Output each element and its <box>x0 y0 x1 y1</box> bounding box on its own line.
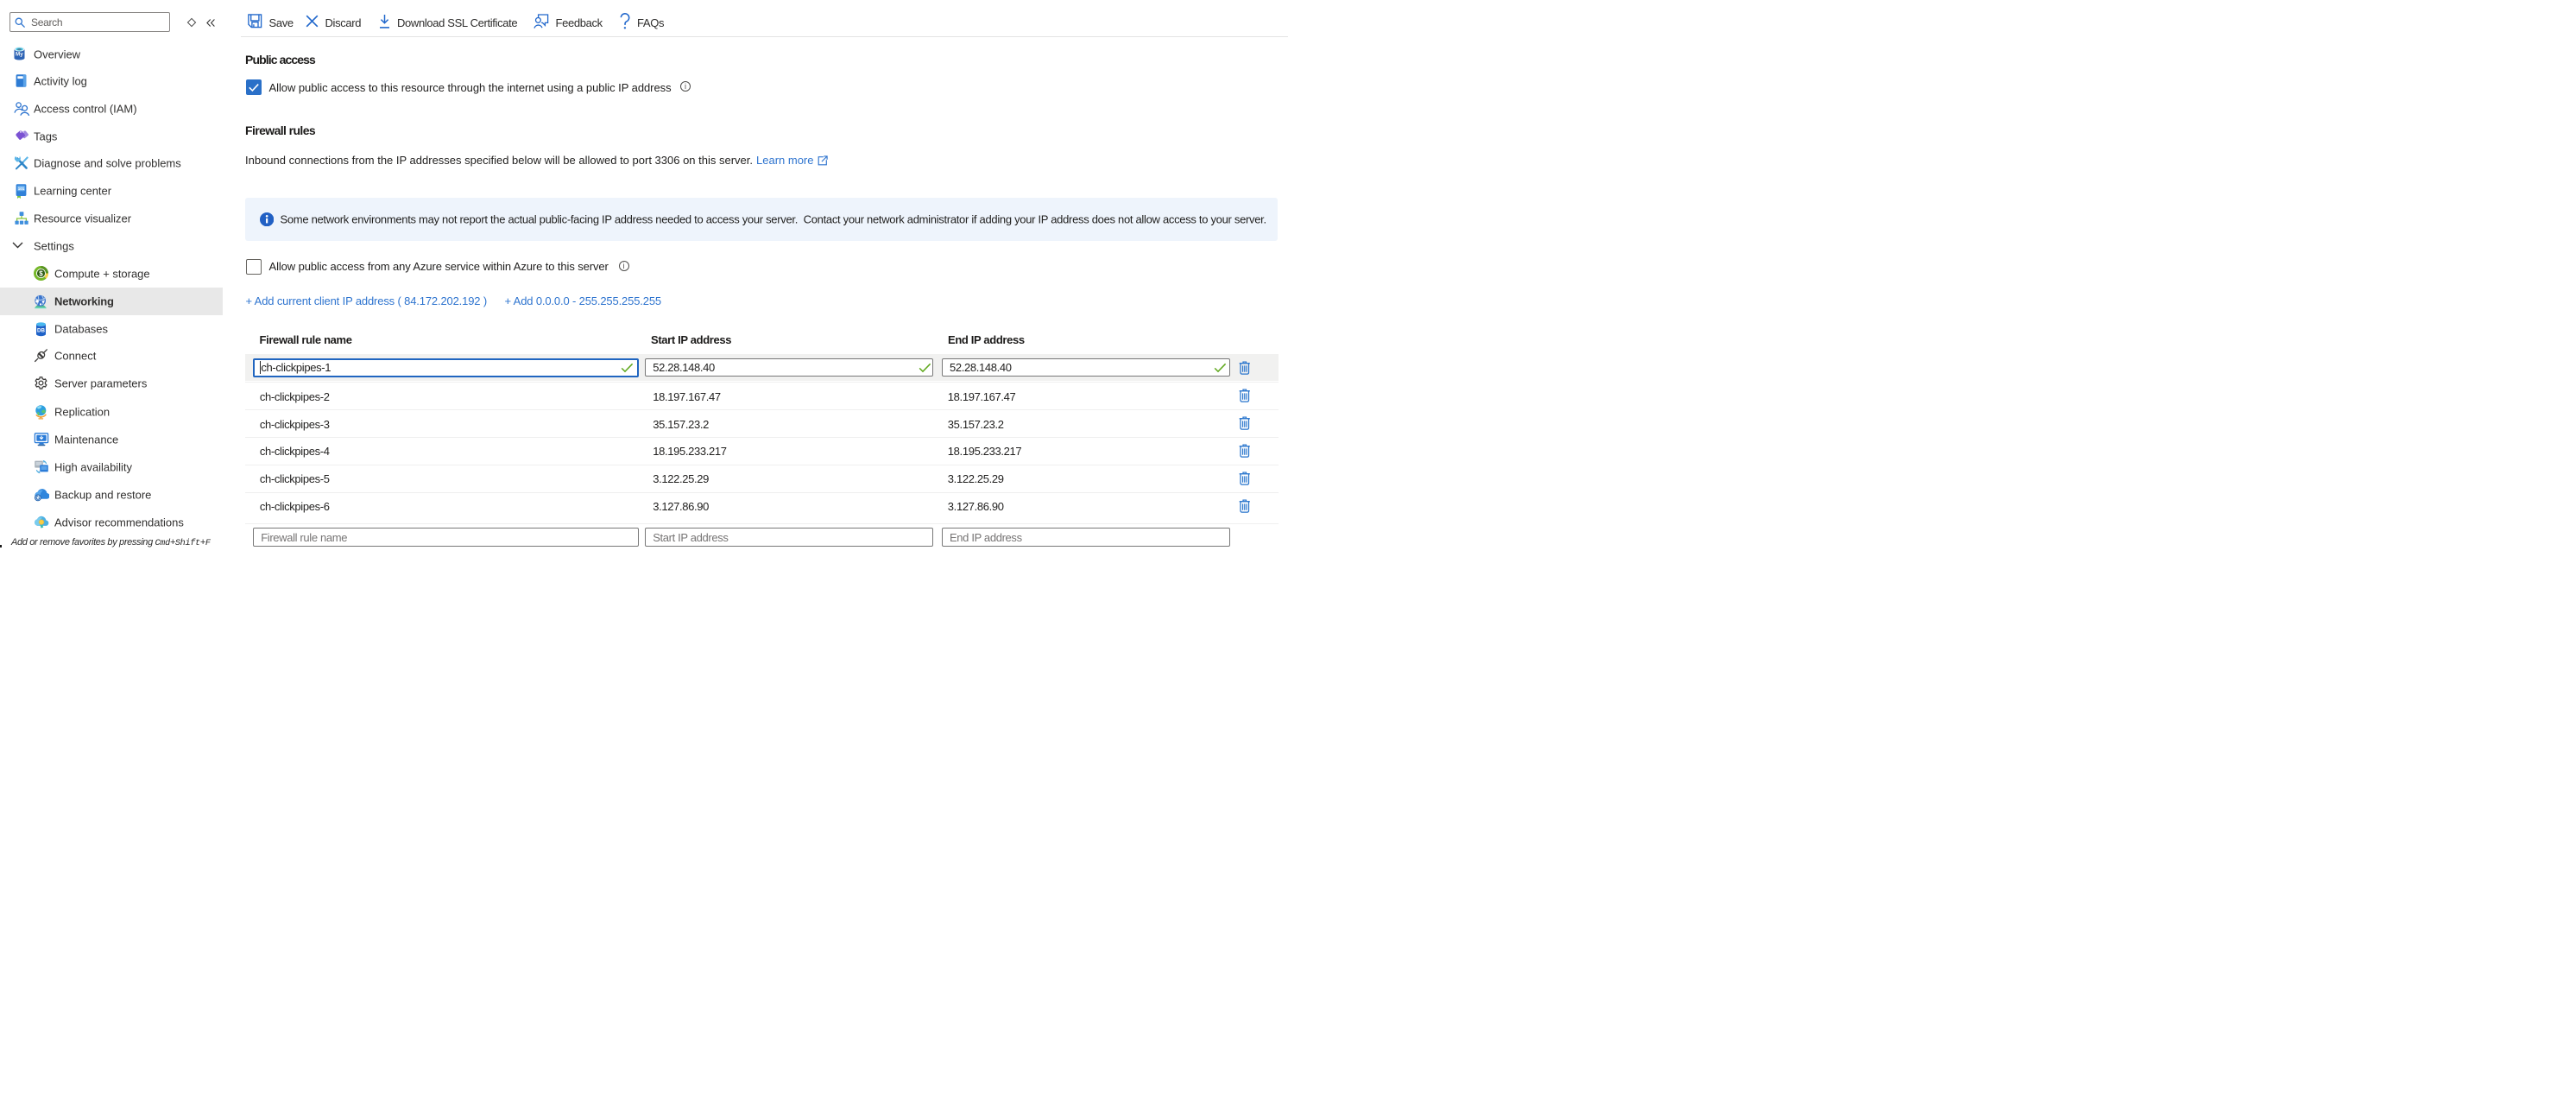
svg-text:101: 101 <box>18 187 25 191</box>
svg-text:DB: DB <box>37 327 45 333</box>
svg-text:My: My <box>16 51 23 57</box>
svg-text:$: $ <box>39 269 43 277</box>
